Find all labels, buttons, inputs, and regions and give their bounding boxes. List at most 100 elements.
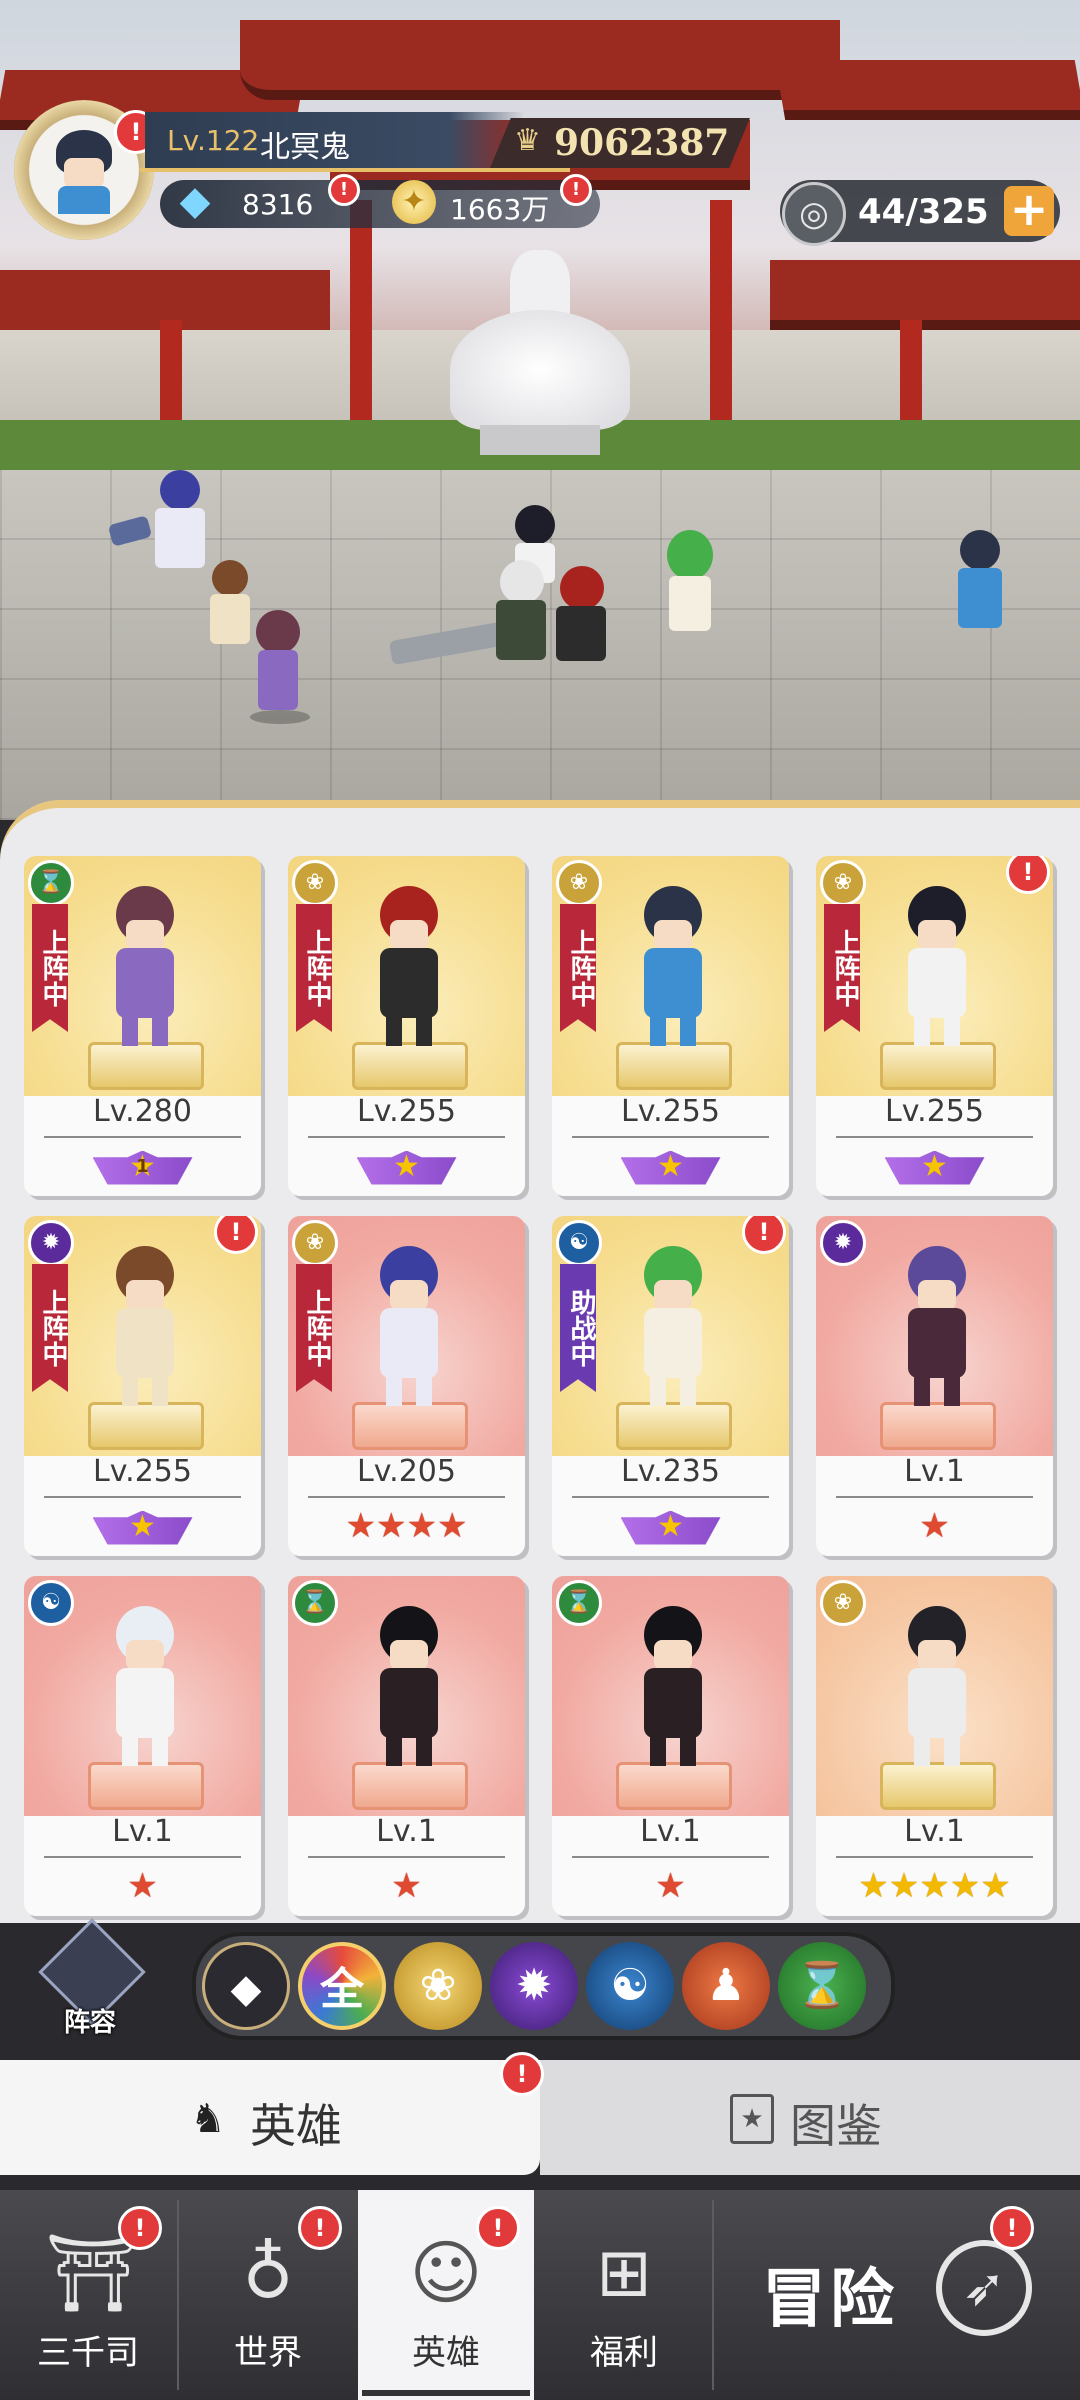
fox-statue	[440, 250, 640, 460]
hero-portrait	[886, 886, 986, 1056]
nav-item-label: 福利	[590, 2333, 658, 2373]
planet-icon: ♁	[242, 2232, 294, 2314]
faction-dna-icon: ⌛	[556, 1580, 602, 1626]
hero-card[interactable]: ❀ 上阵中 Lv.255 ★!	[816, 856, 1053, 1196]
hero-sprite-player	[940, 530, 1020, 640]
hero-card[interactable]: ❀ Lv.1 ★★★★★	[816, 1576, 1053, 1916]
hero-star-rating: ★	[816, 1146, 1053, 1186]
star-icon: ★	[949, 1866, 981, 1906]
hero-star-rating: ★	[552, 1146, 789, 1186]
tab-hero-alert-badge: !	[500, 2052, 544, 2096]
nav-item-world[interactable]: ♁ ! 世界	[180, 2190, 356, 2400]
filter-lotus-icon[interactable]: ❀	[394, 1942, 482, 2030]
star-icon: ★	[391, 1866, 422, 1906]
hero-card[interactable]: ☯ Lv.1 ★	[24, 1576, 261, 1916]
hero-status-tag: 上阵中	[824, 904, 860, 1032]
coin-count: 1663万	[450, 193, 550, 226]
hero-star-rating: ★	[24, 1866, 261, 1906]
faction-flame-icon: ✹	[820, 1220, 866, 1266]
hero-card[interactable]: ✹ 上阵中 Lv.255 ★!	[24, 1216, 261, 1556]
hero-card[interactable]: ✹ Lv.1 ★	[816, 1216, 1053, 1556]
player-name: 北冥鬼	[260, 130, 350, 165]
faction-filter-bar: ◆ 全 ❀ ✹ ☯ ♟ ⌛	[192, 1932, 895, 2040]
player-avatar[interactable]: !	[14, 100, 158, 240]
hero-card[interactable]: ⌛ Lv.1 ★	[288, 1576, 525, 1916]
pillar	[350, 200, 372, 430]
adventure-alert-badge: !	[990, 2206, 1034, 2250]
hero-status-tag: 上阵中	[32, 904, 68, 1032]
stamina-icon: ◎	[782, 182, 846, 246]
player-name-bar: Lv.122 北冥鬼	[145, 112, 525, 170]
nav-alert-badge: !	[118, 2206, 162, 2250]
filter-spiral-icon[interactable]: ☯	[586, 1942, 674, 2030]
hero-portrait	[622, 1606, 722, 1776]
faction-lotus-icon: ❀	[292, 1220, 338, 1266]
faction-lotus-icon: ❀	[820, 860, 866, 906]
nav-item-sanqiansi[interactable]: ⛩ ! 三千司	[0, 2190, 176, 2400]
hero-card[interactable]: ❀ 上阵中 Lv.205 ★★★★	[288, 1216, 525, 1556]
filter-meditation-icon[interactable]: ♟	[682, 1942, 770, 2030]
nav-item-hero[interactable]: ☺ ! 英雄	[358, 2190, 534, 2400]
diamond-icon: ◆	[179, 178, 211, 224]
temple-roof-right	[774, 60, 1080, 120]
hero-card[interactable]: ☯ 助战中 Lv.235 ★!	[552, 1216, 789, 1556]
hero-level: Lv.1	[112, 1814, 173, 1849]
hero-level: Lv.255	[93, 1454, 192, 1489]
add-stamina-button[interactable]: +	[1004, 186, 1054, 236]
temple-roof-center	[240, 20, 840, 100]
hero-portrait	[358, 1606, 458, 1776]
nav-item-label: 世界	[234, 2333, 302, 2373]
stamina-bar: ◎ 44/325 +	[780, 180, 1060, 246]
hero-sprite-dancer	[240, 610, 320, 720]
hero-portrait	[358, 1246, 458, 1416]
hero-alert-badge: !	[1006, 856, 1050, 894]
winged-star-icon: ★	[884, 1150, 985, 1185]
exp-bar	[140, 168, 570, 172]
hero-sprite-elf	[655, 530, 725, 640]
filter-diamond-icon[interactable]: ◆	[202, 1942, 290, 2030]
resource-bar: ◆ 8316 ! ✦ 1663万 !	[160, 174, 600, 228]
adventure-label: 冒险	[762, 2263, 898, 2337]
faction-spiral-icon: ☯	[28, 1580, 74, 1626]
hero-sprite-swordsmen	[388, 560, 620, 670]
filter-all-label: 全	[320, 1964, 364, 2015]
faction-dna-icon: ⌛	[28, 860, 74, 906]
star-icon: ★	[919, 1866, 950, 1906]
hero-level: Lv.255	[621, 1094, 720, 1129]
star-icon: ★	[345, 1506, 377, 1546]
filter-all-button[interactable]: 全	[298, 1942, 386, 2030]
hero-portrait	[622, 886, 722, 1056]
tab-album-label: 图鉴	[790, 2099, 882, 2153]
hero-card[interactable]: ⌛ Lv.1 ★	[552, 1576, 789, 1916]
filter-dna-icon[interactable]: ⌛	[778, 1942, 866, 2030]
album-icon: ★	[730, 2094, 774, 2144]
hero-portrait	[886, 1246, 986, 1416]
hero-star-rating: ★★★★	[288, 1506, 525, 1546]
winged-star-number: 1	[136, 1155, 149, 1177]
coin-alert-badge: !	[560, 174, 592, 206]
hero-portrait	[622, 1246, 722, 1416]
hero-level: Lv.235	[621, 1454, 720, 1489]
filter-flame-icon[interactable]: ✹	[490, 1942, 578, 2030]
hero-card[interactable]: ❀ 上阵中 Lv.255 ★	[552, 856, 789, 1196]
winged-star-icon: ★	[92, 1510, 193, 1545]
lineup-button[interactable]: 阵容	[34, 1918, 146, 2040]
hero-alert-badge: !	[214, 1216, 258, 1254]
hero-star-rating: ★	[816, 1506, 1053, 1546]
star-icon: ★	[919, 1506, 950, 1546]
hero-portrait	[94, 1246, 194, 1416]
hero-card[interactable]: ⌛ 上阵中 Lv.280 ★ 1	[24, 856, 261, 1196]
tab-hero[interactable]: ♞ 英雄 !	[0, 2052, 544, 2175]
adventure-button[interactable]: 冒险 ➶ !	[714, 2190, 1080, 2400]
hero-portrait	[886, 1606, 986, 1776]
tab-album[interactable]: ★ 图鉴	[540, 2060, 1080, 2175]
hero-card[interactable]: ❀ 上阵中 Lv.255 ★	[288, 856, 525, 1196]
nav-item-welfare[interactable]: ⊞ 福利	[536, 2190, 712, 2400]
star-icon: ★	[858, 1866, 889, 1906]
stamina-value: 44/325	[858, 192, 989, 232]
lineup-label: 阵容	[63, 2008, 116, 2038]
nav-item-label: 三千司	[37, 2333, 139, 2373]
winged-star-icon: ★	[620, 1510, 721, 1545]
combat-power-bar: ♛ 9062387	[490, 118, 750, 168]
hero-level: Lv.255	[885, 1094, 984, 1129]
